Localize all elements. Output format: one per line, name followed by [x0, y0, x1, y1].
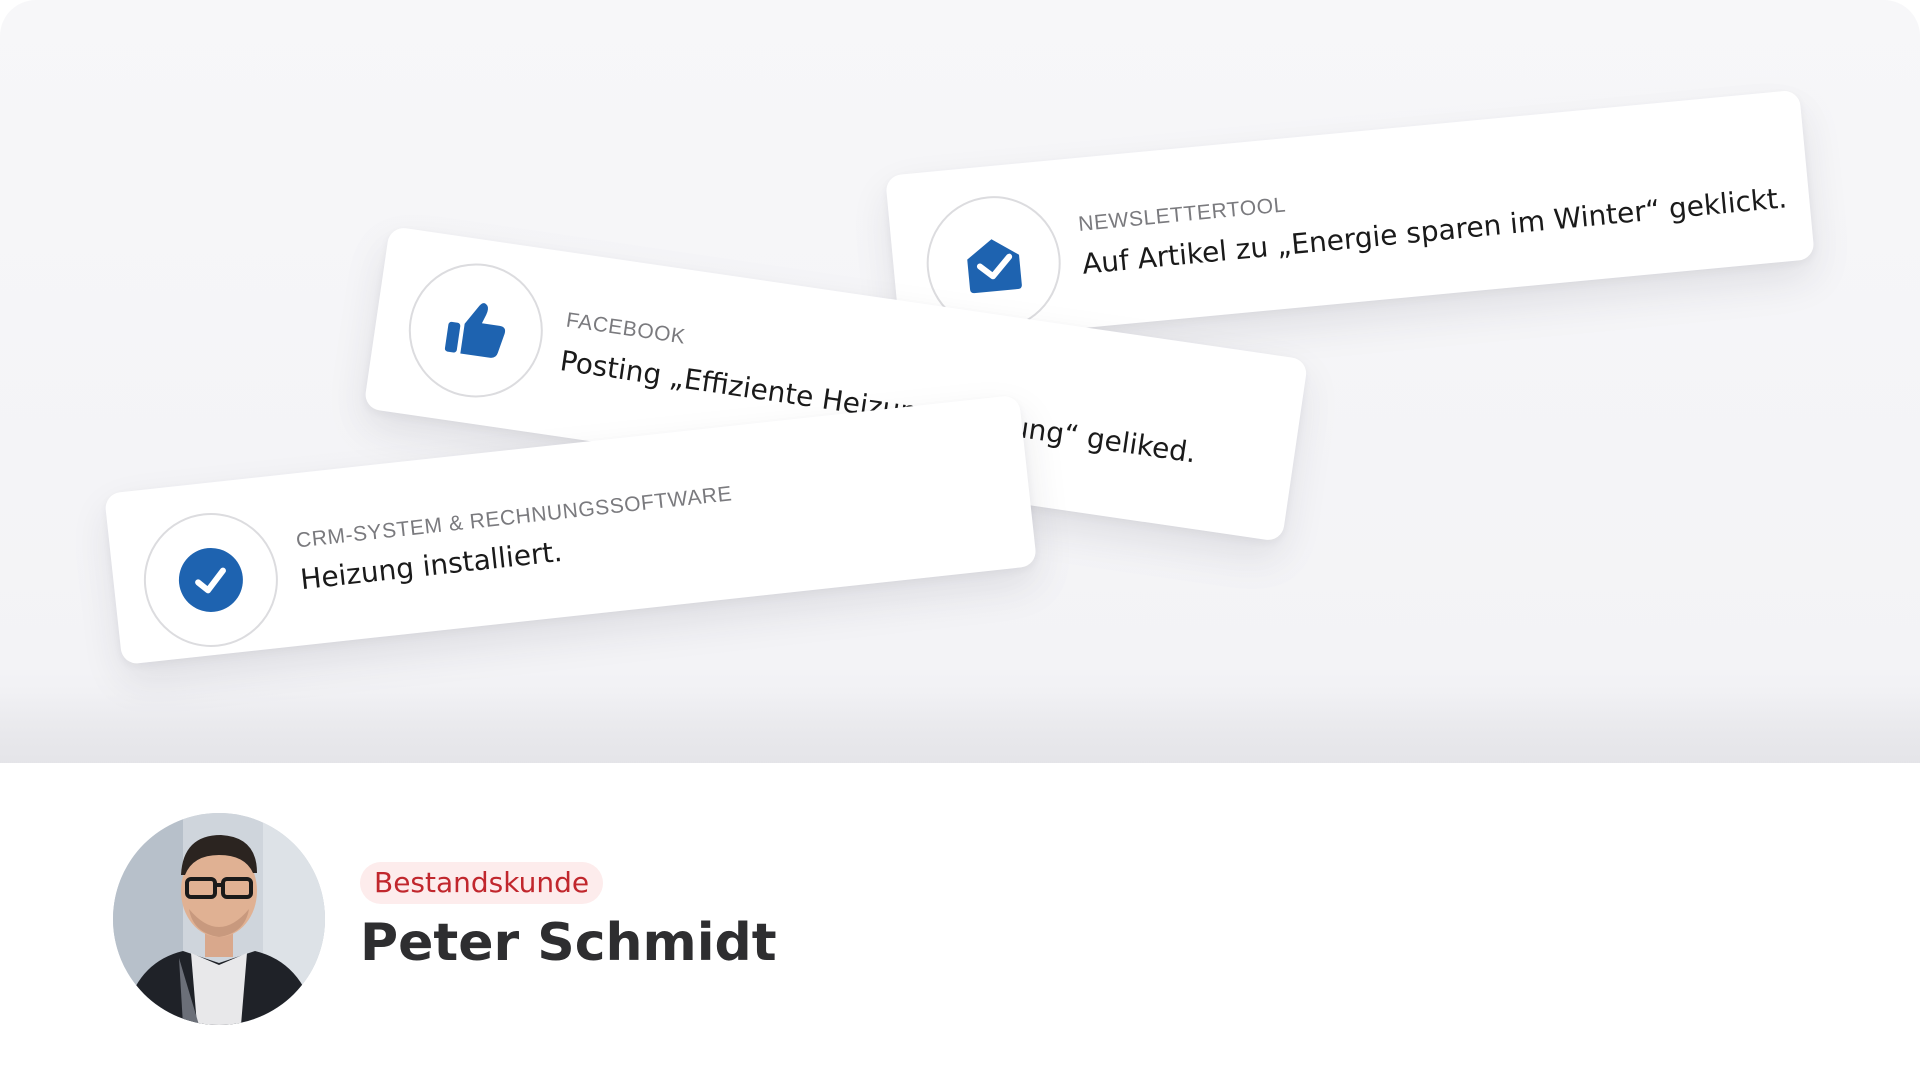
avatar: [113, 813, 325, 1025]
card-source-label: FACEBOOK: [564, 308, 688, 349]
icon-circle: [137, 506, 285, 654]
thumbs-up-icon: [444, 303, 506, 358]
envelope-open-icon: [967, 239, 1022, 294]
activity-feed-area: NEWSLETTERTOOL Auf Artikel zu „Energie s…: [0, 0, 1920, 763]
avatar-photo: [113, 813, 325, 1025]
customer-name: Peter Schmidt: [360, 913, 777, 973]
check-circle-icon: [178, 547, 243, 612]
customer-profile: Bestandskunde Peter Schmidt: [113, 813, 1313, 1033]
activity-card-newsletter: NEWSLETTERTOOL Auf Artikel zu „Energie s…: [885, 89, 1815, 346]
stage: NEWSLETTERTOOL Auf Artikel zu „Energie s…: [0, 0, 1920, 1080]
status-badge: Bestandskunde: [360, 862, 604, 904]
card-message: Auf Artikel zu „Energie sparen im Winter…: [1080, 181, 1789, 281]
bottom-fade: [0, 693, 1920, 763]
icon-circle: [399, 254, 552, 407]
